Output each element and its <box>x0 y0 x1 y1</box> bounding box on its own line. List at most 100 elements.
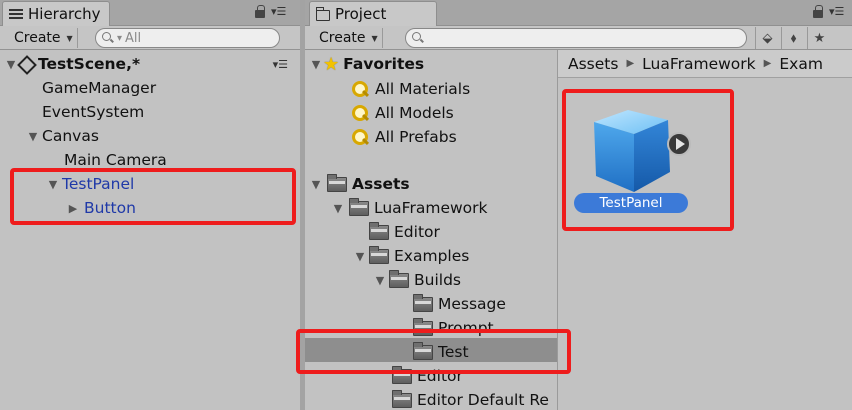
hierarchy-search-input[interactable]: ▾ All <box>95 28 280 48</box>
asset-label: TestPanel <box>574 193 688 213</box>
search-icon <box>102 32 114 44</box>
expand-arrow-icon[interactable]: ▼ <box>373 274 387 287</box>
create-label: Create <box>319 30 366 46</box>
hierarchy-item-label: TestPanel <box>62 175 135 193</box>
search-by-type-button[interactable]: ⬙ <box>755 27 779 49</box>
project-search-input[interactable] <box>405 28 747 48</box>
folder-label: Examples <box>394 247 470 265</box>
hierarchy-item-button[interactable]: ▶ Button <box>66 196 136 220</box>
assets-row[interactable]: ▼ Assets <box>309 172 410 196</box>
folder-label: Editor Default Re <box>417 391 549 409</box>
hierarchy-item-eventsystem[interactable]: EventSystem <box>42 100 144 124</box>
panel-menu-icon[interactable]: ▾☰ <box>271 5 286 18</box>
hierarchy-panel: Hierarchy ▾☰ Create ▼ ▾ All ▼ TestScene,… <box>0 0 300 410</box>
hierarchy-item-gamemanager[interactable]: GameManager <box>42 76 156 100</box>
collapse-arrow-icon[interactable]: ▶ <box>66 202 80 215</box>
favorite-all-prefabs[interactable]: All Prefabs <box>351 125 457 149</box>
hierarchy-create-button[interactable]: Create ▼ <box>6 28 78 48</box>
folder-icon <box>315 6 330 21</box>
breadcrumb-item[interactable]: LuaFramework <box>642 55 756 73</box>
hierarchy-item-label: EventSystem <box>42 103 145 121</box>
search-by-label-button[interactable]: ⬧ <box>781 27 805 49</box>
chevron-right-icon: ▶ <box>763 58 772 69</box>
create-label: Create <box>14 30 61 46</box>
expand-arrow-icon[interactable]: ▼ <box>26 130 40 143</box>
folder-label: LuaFramework <box>374 199 488 217</box>
hierarchy-item-label: GameManager <box>42 79 157 97</box>
scene-row[interactable]: ▼ TestScene,* ▾☰ <box>4 52 296 76</box>
breadcrumb: Assets ▶ LuaFramework ▶ Exam <box>558 50 852 78</box>
search-filter-icon <box>351 128 369 146</box>
folder-examples[interactable]: ▼ Examples <box>353 244 469 268</box>
hierarchy-item-testpanel[interactable]: ▼ TestPanel <box>46 172 135 196</box>
tree-divider[interactable] <box>557 50 558 410</box>
folder-label: Prompt <box>438 319 494 337</box>
hierarchy-search-placeholder: All <box>125 30 142 46</box>
expand-arrow-icon[interactable]: ▼ <box>353 250 367 263</box>
folder-icon <box>413 317 433 336</box>
expand-arrow-icon[interactable]: ▼ <box>309 178 323 191</box>
tag-icon: ⬧ <box>790 30 797 46</box>
folder-editor-default-resources[interactable]: Editor Default Re <box>392 388 557 410</box>
lock-icon[interactable] <box>813 5 823 18</box>
chevron-down-icon: ▼ <box>66 33 73 43</box>
hierarchy-item-main-camera[interactable]: Main Camera <box>64 148 167 172</box>
folder-label: Message <box>438 295 506 313</box>
project-panel: Project ▾☰ Create ▼ ⬙ ⬧ ★ ▼ ★ Favorites <box>305 0 852 410</box>
folder-editor-2[interactable]: Editor <box>392 364 463 388</box>
hierarchy-item-label: Button <box>84 199 136 217</box>
folder-test[interactable]: Test <box>413 340 469 364</box>
save-search-button[interactable]: ★ <box>807 27 831 49</box>
folder-message[interactable]: Message <box>413 292 506 316</box>
search-filter-icon <box>351 104 369 122</box>
folder-luaframework[interactable]: ▼ LuaFramework <box>331 196 488 220</box>
favorite-label: All Materials <box>375 80 471 98</box>
unity-scene-icon <box>18 56 34 72</box>
tab-project-label: Project <box>335 5 387 23</box>
breadcrumb-item[interactable]: Assets <box>568 55 618 73</box>
expand-arrow-icon[interactable]: ▼ <box>331 202 345 215</box>
folder-icon <box>389 269 409 288</box>
favorites-row[interactable]: ▼ ★ Favorites <box>309 52 424 76</box>
folder-icon <box>413 293 433 312</box>
panel-menu-icon[interactable]: ▾☰ <box>829 5 844 18</box>
prefab-cube-icon <box>594 110 691 192</box>
folder-icon <box>413 341 433 360</box>
favorite-all-materials[interactable]: All Materials <box>351 77 470 101</box>
breadcrumb-item[interactable]: Exam <box>779 55 823 73</box>
scene-menu-icon[interactable]: ▾☰ <box>273 58 288 71</box>
hierarchy-item-canvas[interactable]: ▼ Canvas <box>26 124 99 148</box>
hierarchy-item-label: Main Camera <box>64 151 167 169</box>
assets-label: Assets <box>352 175 410 193</box>
expand-arrow-icon[interactable]: ▼ <box>46 178 60 191</box>
folder-prompt[interactable]: Prompt <box>413 316 494 340</box>
hierarchy-toolbar: Create ▼ ▾ All <box>0 26 300 50</box>
project-toolbar: Create ▼ ⬙ ⬧ ★ <box>305 26 852 50</box>
search-filter-icon <box>351 80 369 98</box>
folder-builds[interactable]: ▼ Builds <box>373 268 461 292</box>
expand-arrow-icon[interactable]: ▼ <box>4 58 18 71</box>
folder-label: Builds <box>414 271 461 289</box>
folder-icon <box>392 389 412 408</box>
chevron-down-icon: ▼ <box>371 33 378 43</box>
folder-label: Editor <box>394 223 440 241</box>
hierarchy-item-label: Canvas <box>42 127 99 145</box>
star-icon: ★ <box>323 53 340 75</box>
scene-name: TestScene,* <box>38 55 141 73</box>
hierarchy-list-icon <box>9 8 23 20</box>
favorite-label: All Prefabs <box>375 128 457 146</box>
folder-label: Editor <box>417 367 463 385</box>
folder-editor[interactable]: Editor <box>369 220 440 244</box>
folder-label: Test <box>438 343 469 361</box>
tab-project[interactable]: Project <box>309 1 438 26</box>
folder-icon <box>369 221 389 240</box>
expand-arrow-icon[interactable]: ▼ <box>309 58 323 71</box>
tab-hierarchy[interactable]: Hierarchy <box>2 1 110 26</box>
lock-icon[interactable] <box>255 5 265 18</box>
tab-hierarchy-label: Hierarchy <box>28 5 101 23</box>
project-create-button[interactable]: Create ▼ <box>311 28 383 48</box>
asset-tile-testpanel[interactable]: TestPanel <box>573 94 693 219</box>
favorite-all-models[interactable]: All Models <box>351 101 454 125</box>
folder-icon <box>392 365 412 384</box>
project-tabbar: Project ▾☰ <box>305 0 852 26</box>
